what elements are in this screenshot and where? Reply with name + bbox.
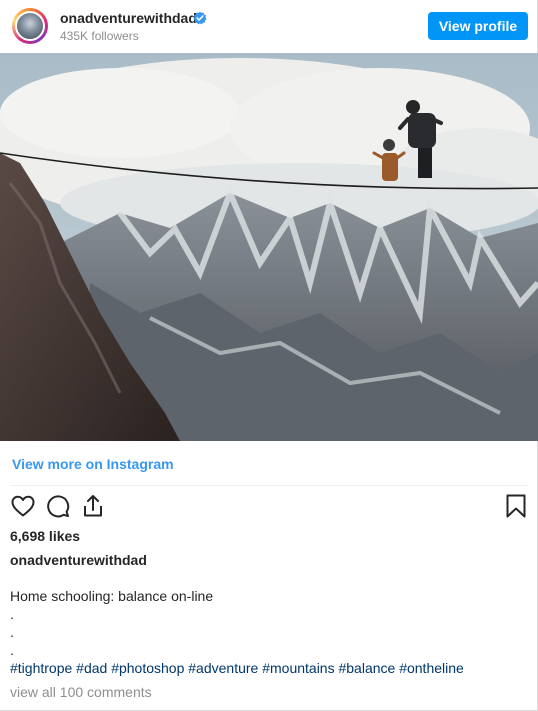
caption-username[interactable]: onadventurewithdad <box>10 552 147 568</box>
follower-count: 435K followers <box>60 29 139 43</box>
share-icon[interactable] <box>80 493 106 519</box>
view-profile-button[interactable]: View profile <box>428 12 528 40</box>
caption-dot: . <box>10 624 14 640</box>
bookmark-icon[interactable] <box>503 493 529 519</box>
post-image[interactable] <box>0 53 538 441</box>
divider <box>10 485 528 486</box>
caption-dot: . <box>10 606 14 622</box>
verified-badge-icon <box>193 11 207 25</box>
avatar[interactable] <box>12 8 48 44</box>
heart-icon[interactable] <box>10 493 36 519</box>
hashtags[interactable]: #tightrope #dad #photoshop #adventure #m… <box>10 660 464 676</box>
post-image-illustration <box>0 53 538 441</box>
caption-text: Home schooling: balance on-line <box>10 588 214 604</box>
post-header: onadventurewithdad 435K followers View p… <box>0 0 538 53</box>
instagram-embed-card: onadventurewithdad 435K followers View p… <box>0 0 538 711</box>
like-count[interactable]: 6,698 likes <box>10 528 80 544</box>
view-more-link[interactable]: View more on Instagram <box>12 456 174 472</box>
view-comments-link[interactable]: view all 100 comments <box>10 684 152 700</box>
caption-dot: . <box>10 642 14 658</box>
username[interactable]: onadventurewithdad <box>60 10 197 26</box>
comment-icon[interactable] <box>45 493 71 519</box>
avatar-image <box>15 11 45 41</box>
